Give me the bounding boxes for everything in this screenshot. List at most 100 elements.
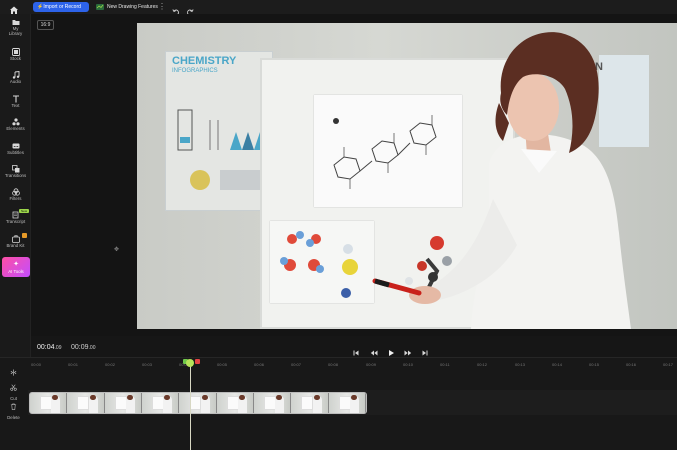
ruler-label: 00:09 [366,362,377,367]
play-icon [389,350,394,356]
sidebar-item-label: Stock [10,56,21,61]
timeline-tools: Cut Delete [0,357,27,450]
sidebar-item-label: Brand Kit [6,243,25,248]
fast-forward-button[interactable] [404,344,412,356]
sidebar-item-label: Transitions [4,173,27,178]
ruler-label: 00:17 [663,362,674,367]
new-badge: New [19,209,29,213]
sidebar-item-audio[interactable]: Audio [0,69,31,89]
scissors-icon [10,384,17,391]
sidebar-item-elements[interactable]: Elements [0,116,31,136]
skip-to-start-button[interactable] [352,344,360,356]
aspect-ratio-button[interactable]: 16:9 [37,20,54,30]
folder-icon [12,20,20,25]
ruler-label: 00:03 [142,362,153,367]
video-preview[interactable]: CHEMISTRY INFOGRAPHICS N [137,23,677,329]
sidebar-item-filters[interactable]: Filters [0,186,31,206]
video-clip[interactable] [29,392,367,414]
sidebar-item-label: Elements [6,126,25,131]
sidebar-item-label: Audio [9,79,22,84]
current-time-value: 00:04 [37,344,55,351]
ruler-label: 00:16 [626,362,637,367]
clip-thumbnail [179,393,217,413]
clip-thumbnail [67,393,105,413]
current-time-ms: .09 [54,345,62,351]
brand-kit-icon [12,235,20,243]
delete-label: Delete [7,415,20,420]
premium-badge-icon [22,233,27,238]
ruler-label: 00:05 [217,362,228,367]
sidebar-item-my-library[interactable]: My Library [0,16,31,40]
rewind-icon [370,350,378,356]
total-time-ms: .00 [88,345,96,351]
sidebar-item-transitions[interactable]: Transitions [0,163,31,183]
delete-button[interactable]: Delete [0,397,27,420]
redo-button[interactable] [186,3,194,16]
ruler-label: 00:13 [515,362,526,367]
skip-to-start-icon [353,350,359,356]
ruler-label: 00:10 [403,362,414,367]
ruler-label: 00:12 [477,362,488,367]
clip-thumbnail [291,393,329,413]
ruler-label: 00:00 [31,362,42,367]
trash-icon [10,403,17,410]
play-button[interactable] [387,344,395,356]
ruler-label: 00:02 [105,362,116,367]
import-or-record-label: Import or Record [43,4,81,10]
split-icon [10,369,17,376]
sidebar-item-subtitles[interactable]: Subtitles [0,140,31,160]
sidebar-item-label: Text [11,103,20,108]
timeline-ruler[interactable]: 00:00 00:01 00:02 00:03 00:04 00:05 00:0… [28,362,677,372]
ruler-label: 00:15 [589,362,600,367]
current-time: 00:04.09 [37,344,61,351]
import-or-record-button[interactable]: ⚡ Import or Record [33,2,89,12]
ruler-label: 00:06 [254,362,265,367]
ruler-label: 00:14 [552,362,563,367]
skip-to-end-button[interactable] [421,344,429,356]
home-button[interactable] [8,2,20,14]
music-note-icon [12,71,20,79]
sidebar-item-transcript[interactable]: New Transcript [0,209,31,229]
sidebar-item-stock[interactable]: Stock [0,46,31,66]
lightning-icon: ⚡ [37,4,44,10]
shapes-icon [12,118,20,126]
ruler-label: 00:01 [68,362,79,367]
total-time: 00:09.00 [71,344,95,351]
sidebar-item-brand-kit[interactable]: Brand Kit [0,233,31,253]
sidebar-item-label-line2: Library [8,31,23,36]
undo-button[interactable] [172,3,180,16]
transitions-icon [12,165,20,173]
clip-thumbnail [141,393,180,413]
aspect-ratio-label: 16:9 [40,22,51,28]
rewind-button[interactable] [370,344,378,356]
total-time-value: 00:09 [71,344,89,351]
ruler-label: 00:07 [291,362,302,367]
playhead-marker-end-icon[interactable] [195,359,200,364]
clip-thumbnail [253,393,292,413]
sparkle-icon: ✦ [13,261,19,268]
more-options-icon: ⋮ [158,2,166,11]
stock-icon [12,48,20,56]
skip-to-end-icon [422,350,428,356]
fast-forward-icon [404,350,412,356]
drawing-icon [96,4,104,10]
sidebar-item-label: Subtitles [7,150,24,155]
playhead-handle[interactable] [186,359,194,367]
playhead-line [190,362,191,450]
presenter-figure [372,32,631,329]
ruler-label: 00:11 [440,362,450,367]
filters-icon [12,188,20,196]
text-icon [13,95,19,103]
sidebar-item-text[interactable]: Text [0,93,31,113]
subtitles-icon [12,143,20,149]
clip-thumbnail [104,393,142,413]
sidebar-item-label: Transcript [5,219,26,224]
clip-thumbnail [30,393,68,413]
ai-tools-button[interactable]: ✦ AI Tools [2,257,30,277]
more-options-button[interactable]: ⋮ [158,2,166,12]
new-drawing-features-button[interactable]: New Drawing Features [96,2,158,12]
canvas-move-handle-icon[interactable]: ✥ [114,247,120,253]
clip-thumbnail [328,393,366,413]
ai-tools-label: AI Tools [8,269,24,274]
new-drawing-features-label: New Drawing Features [107,4,158,10]
